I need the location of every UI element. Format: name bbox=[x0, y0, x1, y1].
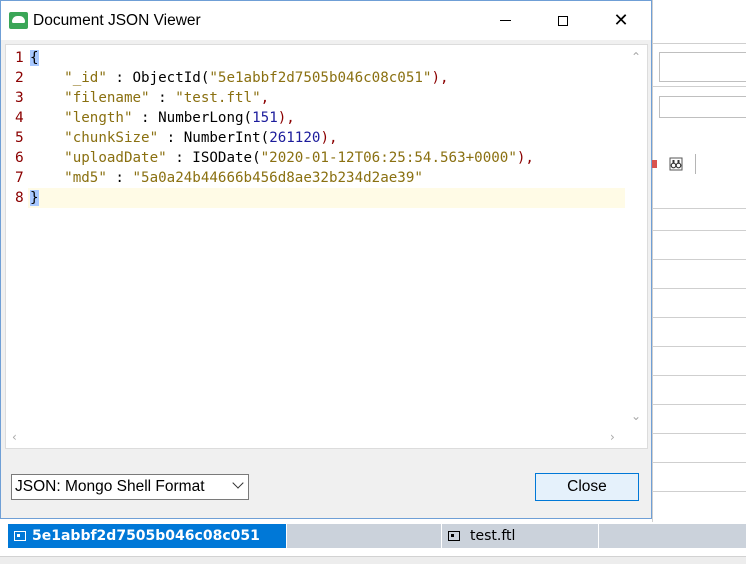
divider bbox=[653, 433, 746, 434]
json-number-value: 151 bbox=[252, 110, 278, 126]
code-area[interactable]: { "_id" : ObjectId("5e1abbf2d7505b046c08… bbox=[28, 45, 625, 428]
line-number: 6 bbox=[15, 150, 24, 166]
scroll-right-icon[interactable]: › bbox=[610, 431, 615, 443]
json-string-value: "5e1abbf2d7505b046c08c051" bbox=[209, 70, 432, 86]
divider bbox=[653, 86, 746, 87]
line-number: 2 bbox=[15, 70, 24, 86]
chevron-down-icon bbox=[232, 477, 244, 489]
table-cell-id[interactable]: 5e1abbf2d7505b046c08c051 bbox=[8, 524, 286, 548]
app-leaf-icon bbox=[9, 12, 28, 29]
json-separator: : bbox=[106, 170, 133, 186]
line-number: 1 bbox=[15, 50, 24, 66]
divider bbox=[653, 462, 746, 463]
divider bbox=[653, 230, 746, 231]
json-key: "md5" bbox=[64, 170, 107, 186]
divider bbox=[653, 288, 746, 289]
toolbar-separator bbox=[695, 154, 696, 174]
background-field bbox=[659, 96, 746, 118]
format-dropdown[interactable]: JSON: Mongo Shell Format bbox=[11, 474, 249, 500]
format-dropdown-value: JSON: Mongo Shell Format bbox=[15, 478, 205, 495]
json-viewer-dialog: Document JSON Viewer ✕ 1 2 3 4 5 6 7 8 {… bbox=[0, 0, 652, 519]
title-bar[interactable]: Document JSON Viewer ✕ bbox=[1, 1, 651, 40]
json-string-value: "2020-01-12T06:25:54.563+0000" bbox=[260, 150, 517, 166]
json-separator: : bbox=[149, 90, 176, 106]
maximize-button[interactable] bbox=[534, 1, 592, 40]
background-field bbox=[659, 52, 746, 82]
json-string-value: "5a0a24b44666b456d8ae32b234d2ae39" bbox=[132, 170, 423, 186]
json-separator: : bbox=[158, 130, 184, 146]
json-tail: ), bbox=[277, 110, 295, 126]
table-cell-filename[interactable]: test.ftl bbox=[442, 524, 598, 548]
vertical-scrollbar[interactable]: ⌃ ⌄ bbox=[627, 45, 647, 428]
table-row[interactable]: 5e1abbf2d7505b046c08c051 test.ftl bbox=[0, 524, 746, 550]
json-key: "filename" bbox=[64, 90, 150, 106]
binoculars-icon[interactable] bbox=[669, 157, 683, 171]
json-function: NumberLong( bbox=[158, 110, 253, 126]
minimize-icon bbox=[499, 20, 511, 21]
json-tail: ), bbox=[431, 70, 449, 86]
json-key: "uploadDate" bbox=[64, 150, 167, 166]
line-number: 5 bbox=[15, 130, 24, 146]
json-string-value: "test.ftl" bbox=[175, 90, 261, 106]
code-line: { bbox=[30, 48, 39, 68]
code-line: "chunkSize" : NumberInt(261120), bbox=[30, 128, 338, 148]
json-editor[interactable]: 1 2 3 4 5 6 7 8 { "_id" : ObjectId("5e1a… bbox=[5, 44, 648, 449]
close-brace: } bbox=[30, 190, 39, 206]
json-tail: , bbox=[260, 90, 270, 106]
line-number: 3 bbox=[15, 90, 24, 106]
divider bbox=[653, 208, 746, 209]
window-close-button[interactable]: ✕ bbox=[592, 1, 650, 40]
line-number: 8 bbox=[15, 190, 24, 206]
json-tail: ), bbox=[320, 130, 338, 146]
maximize-icon bbox=[558, 15, 568, 26]
json-number-value: 261120 bbox=[269, 130, 321, 146]
divider bbox=[653, 317, 746, 318]
line-number: 7 bbox=[15, 170, 24, 186]
code-line: "filename" : "test.ftl", bbox=[30, 88, 269, 108]
toolbar-red-icon[interactable] bbox=[651, 157, 665, 171]
window-title: Document JSON Viewer bbox=[33, 12, 201, 29]
divider bbox=[653, 346, 746, 347]
scroll-left-icon[interactable]: ‹ bbox=[12, 431, 17, 443]
divider bbox=[653, 491, 746, 492]
json-separator: : bbox=[166, 150, 193, 166]
code-line: } bbox=[30, 188, 39, 208]
code-line: "length" : NumberLong(151), bbox=[30, 108, 295, 128]
table-cell-empty[interactable] bbox=[287, 524, 441, 548]
table-cell-empty[interactable] bbox=[599, 524, 746, 548]
table-cell-text: test.ftl bbox=[470, 528, 516, 544]
json-function: ISODate( bbox=[192, 150, 261, 166]
json-function: ObjectId( bbox=[132, 70, 210, 86]
json-key: "chunkSize" bbox=[64, 130, 159, 146]
scroll-up-icon[interactable]: ⌃ bbox=[631, 51, 641, 63]
json-separator: : bbox=[132, 110, 159, 126]
divider bbox=[653, 404, 746, 405]
horizontal-scrollbar[interactable]: ‹ › bbox=[6, 428, 627, 448]
json-tail: ), bbox=[516, 150, 534, 166]
current-line-highlight bbox=[28, 188, 625, 208]
json-function: NumberInt( bbox=[183, 130, 270, 146]
minimize-button[interactable] bbox=[476, 1, 534, 40]
line-number: 4 bbox=[15, 110, 24, 126]
json-key: "length" bbox=[64, 110, 133, 126]
document-id-icon bbox=[14, 531, 26, 541]
background-side-panel bbox=[652, 0, 746, 522]
divider bbox=[653, 43, 746, 44]
code-line: "uploadDate" : ISODate("2020-01-12T06:25… bbox=[30, 148, 534, 168]
file-icon bbox=[448, 531, 460, 541]
json-key: "_id" bbox=[64, 70, 107, 86]
table-cell-text: 5e1abbf2d7505b046c08c051 bbox=[32, 528, 260, 544]
divider bbox=[653, 259, 746, 260]
open-brace: { bbox=[30, 50, 39, 66]
scroll-down-icon[interactable]: ⌄ bbox=[631, 410, 641, 422]
background-toolbar bbox=[648, 154, 708, 176]
divider bbox=[653, 375, 746, 376]
code-line: "_id" : ObjectId("5e1abbf2d7505b046c08c0… bbox=[30, 68, 449, 88]
json-separator: : bbox=[106, 70, 133, 86]
close-button[interactable]: Close bbox=[535, 473, 639, 501]
line-number-gutter: 1 2 3 4 5 6 7 8 bbox=[6, 45, 28, 428]
code-line: "md5" : "5a0a24b44666b456d8ae32b234d2ae3… bbox=[30, 168, 423, 188]
close-icon: ✕ bbox=[613, 9, 629, 31]
